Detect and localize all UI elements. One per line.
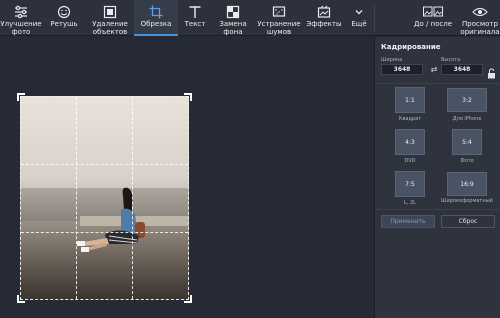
tool-label: Обрезка bbox=[140, 20, 172, 28]
toolbar-divider bbox=[374, 4, 375, 32]
ratio-5-4-button[interactable]: 5:4 bbox=[452, 129, 482, 155]
panel-title: Кадрирование bbox=[381, 43, 441, 51]
tool-text[interactable]: Текст bbox=[180, 0, 210, 36]
tool-label: Текст bbox=[184, 20, 206, 28]
chevron-down-icon bbox=[354, 3, 364, 20]
view-original-button[interactable]: Просмотр оригинала bbox=[460, 0, 500, 36]
before-after-icon bbox=[423, 3, 443, 20]
canvas-area bbox=[0, 37, 374, 318]
ratio-7-5-button[interactable]: 7:5 bbox=[395, 171, 425, 197]
tool-label: Устранение шумов bbox=[257, 20, 301, 36]
ratio-caption: Фото bbox=[460, 158, 474, 164]
ratio-value: 1:1 bbox=[405, 96, 415, 104]
sliders-icon bbox=[14, 3, 28, 20]
crop-handle-bottom-left[interactable] bbox=[17, 295, 25, 303]
crop-frame[interactable] bbox=[17, 93, 192, 303]
object-removal-icon bbox=[103, 3, 117, 20]
ratio-caption: DVD bbox=[404, 158, 416, 164]
ratio-caption: Квадрат bbox=[398, 116, 422, 122]
panel-divider bbox=[375, 209, 500, 210]
tool-background-replace[interactable]: Замена фона bbox=[214, 0, 252, 36]
tool-more[interactable]: Ещё bbox=[346, 0, 372, 36]
ratio-value: 3:2 bbox=[462, 96, 472, 104]
ratio-caption: Широкоформатный bbox=[441, 198, 493, 204]
height-label: Высота bbox=[441, 57, 461, 63]
ratio-value: 4:3 bbox=[405, 138, 415, 146]
tool-retouch[interactable]: Ретушь bbox=[44, 0, 84, 36]
tool-denoise[interactable]: Устранение шумов bbox=[255, 0, 303, 36]
active-tab-indicator bbox=[134, 34, 178, 36]
crop-handle-bottom-right[interactable] bbox=[184, 295, 192, 303]
height-field[interactable]: 3648 bbox=[441, 64, 483, 75]
lock-icon[interactable] bbox=[487, 64, 496, 79]
ratio-caption: L, 2L bbox=[404, 200, 416, 206]
before-after-label: До / после bbox=[413, 20, 453, 28]
crop-gridline bbox=[21, 164, 188, 165]
reset-button[interactable]: Сброс bbox=[441, 215, 495, 228]
crop-gridline bbox=[76, 97, 77, 299]
tool-label: Эффекты bbox=[306, 20, 342, 28]
ratio-16-9-button[interactable]: 16:9 bbox=[447, 172, 487, 196]
crop-gridline bbox=[21, 232, 188, 233]
ratio-3-2-button[interactable]: 3:2 bbox=[447, 88, 487, 112]
tool-label: Замена фона bbox=[219, 20, 247, 36]
ratio-value: 16:9 bbox=[460, 180, 474, 188]
ratio-value: 7:5 bbox=[405, 180, 415, 188]
tool-effects[interactable]: Эффекты bbox=[304, 0, 344, 36]
tool-label: Ретушь bbox=[50, 20, 78, 28]
face-retouch-icon bbox=[57, 3, 71, 20]
denoise-icon bbox=[272, 3, 286, 20]
effects-icon bbox=[317, 3, 331, 20]
ratio-1-1-button[interactable]: 1:1 bbox=[395, 87, 425, 113]
apply-button[interactable]: Применить bbox=[381, 215, 435, 228]
tool-label: Ещё bbox=[351, 20, 367, 28]
ratio-caption: Для iPhone bbox=[452, 116, 482, 122]
tool-crop[interactable]: Обрезка bbox=[134, 0, 178, 36]
before-after-button[interactable]: До / после bbox=[410, 0, 456, 36]
crop-handle-top-left[interactable] bbox=[17, 93, 25, 101]
width-label: Ширина bbox=[381, 57, 403, 63]
crop-gridline bbox=[132, 97, 133, 299]
crop-icon bbox=[149, 3, 163, 20]
background-replace-icon bbox=[226, 3, 240, 20]
main-toolbar: Улучшение фото Ретушь Удаление объектов … bbox=[0, 0, 500, 36]
panel-divider bbox=[375, 83, 500, 84]
text-icon bbox=[188, 3, 202, 20]
crop-handle-top-right[interactable] bbox=[184, 93, 192, 101]
ratio-4-3-button[interactable]: 4:3 bbox=[395, 129, 425, 155]
eye-icon bbox=[472, 3, 488, 20]
view-original-label: Просмотр оригинала bbox=[460, 20, 500, 36]
swap-dimensions-icon[interactable]: ⇄ bbox=[429, 64, 439, 75]
crop-settings-panel: Кадрирование Ширина Высота 3648 ⇄ 3648 1… bbox=[374, 37, 500, 318]
tool-label: Улучшение фото bbox=[0, 20, 42, 36]
ratio-value: 5:4 bbox=[462, 138, 472, 146]
tool-object-removal[interactable]: Удаление объектов bbox=[88, 0, 132, 36]
tool-enhance[interactable]: Улучшение фото bbox=[0, 0, 42, 36]
width-field[interactable]: 3648 bbox=[381, 64, 423, 75]
tool-label: Удаление объектов bbox=[92, 20, 128, 36]
